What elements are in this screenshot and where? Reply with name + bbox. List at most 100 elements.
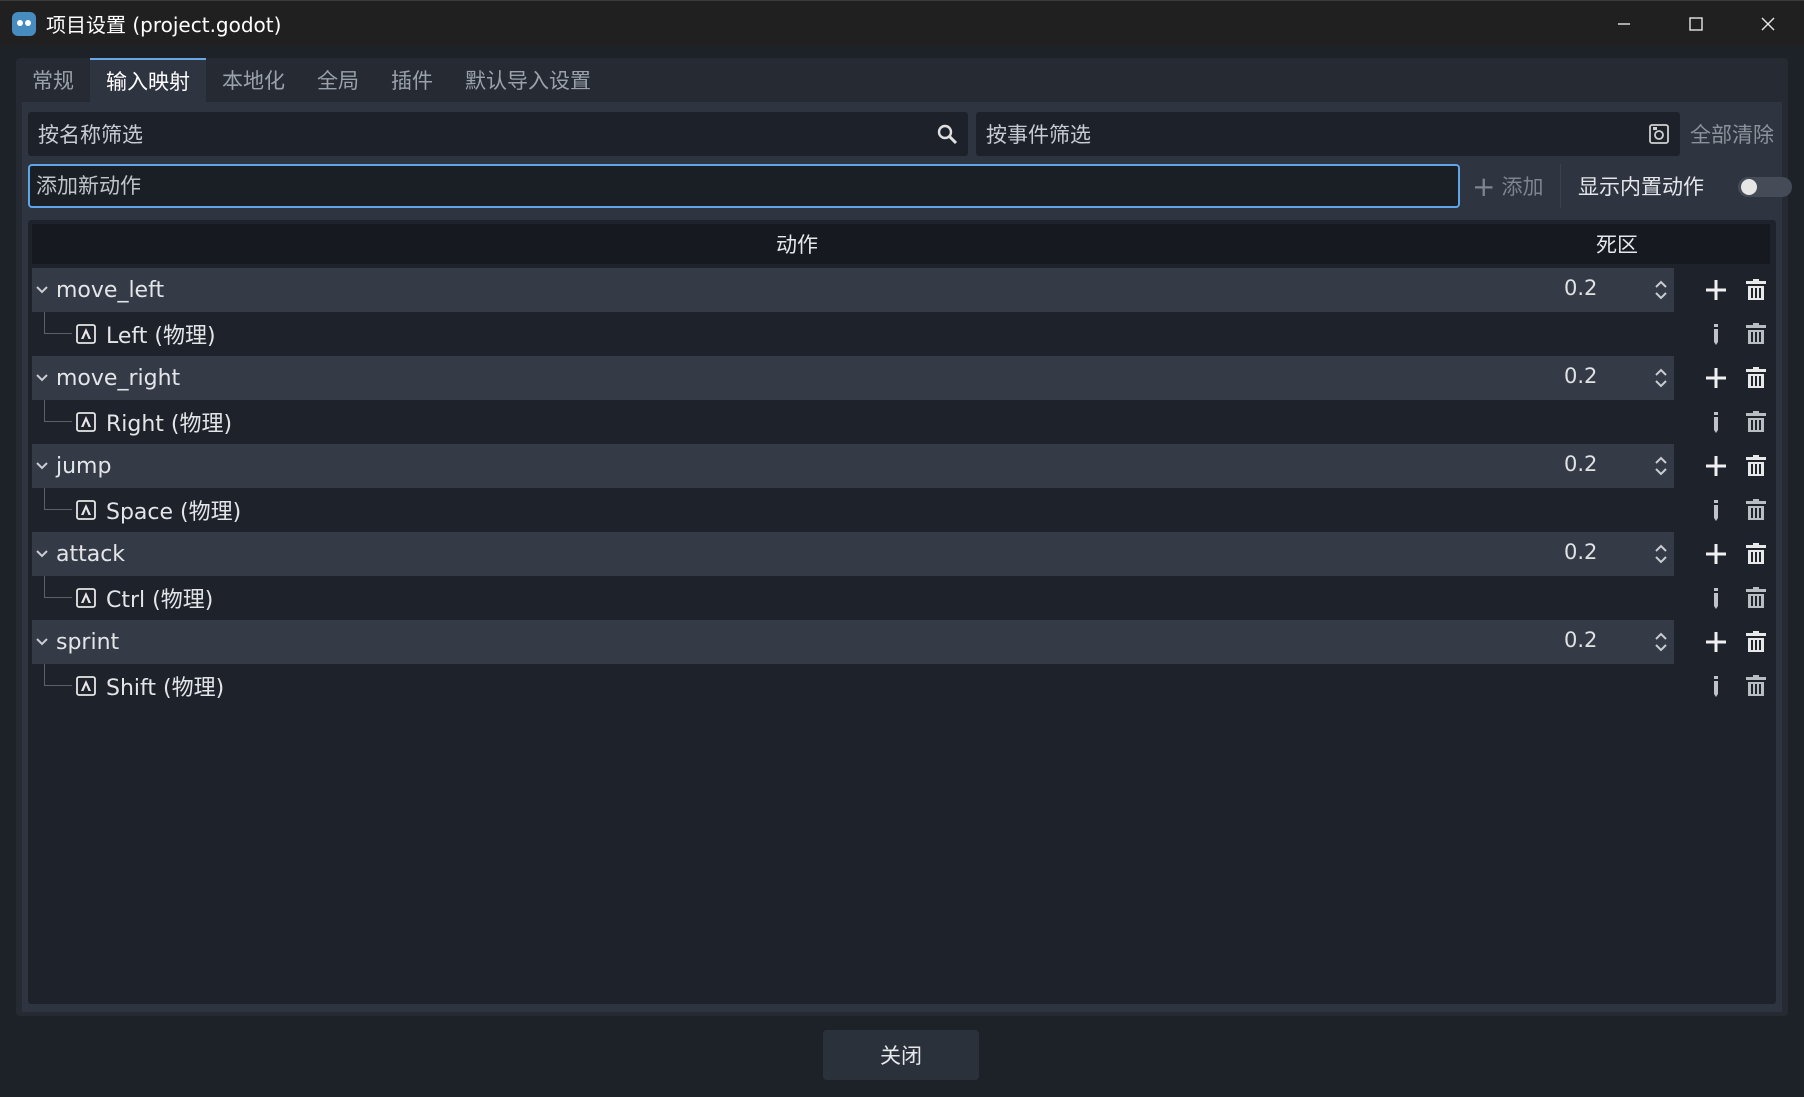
header-action: 动作: [776, 233, 818, 257]
trash-icon[interactable]: [1744, 454, 1768, 478]
event-name: Left (物理): [106, 324, 216, 349]
action-name: move_left: [56, 277, 165, 303]
trash-icon[interactable]: [1744, 322, 1768, 346]
project-settings-panel: 常规 输入映射 本地化 全局 插件 默认导入设置 按名称筛选 按事件筛选 全部清…: [16, 58, 1792, 1016]
minimize-button[interactable]: [1588, 1, 1660, 47]
deadzone-value[interactable]: 0.2: [1564, 268, 1597, 308]
action-name: sprint: [56, 629, 120, 655]
event-row-move-right[interactable]: Right (物理): [32, 400, 1770, 444]
keyboard-key-icon: [76, 324, 96, 344]
search-icon: [937, 124, 958, 145]
plus-icon[interactable]: [1704, 278, 1728, 302]
keyboard-key-icon: [76, 676, 96, 696]
event-row-attack[interactable]: Ctrl (物理): [32, 576, 1770, 620]
action-row-move-left[interactable]: move_left 0.2: [32, 268, 1770, 312]
add-action-button[interactable]: + 添加: [1472, 164, 1543, 208]
tab-import-defaults[interactable]: 默认导入设置: [449, 58, 607, 102]
edit-icon[interactable]: [1704, 322, 1728, 346]
tab-globals[interactable]: 全局: [301, 58, 375, 102]
trash-icon[interactable]: [1744, 542, 1768, 566]
new-action-field[interactable]: [28, 164, 1460, 208]
tree-connector: [44, 664, 72, 686]
trash-icon[interactable]: [1744, 278, 1768, 302]
spinbox-arrows-icon[interactable]: [1654, 366, 1668, 390]
maximize-icon: [1689, 17, 1703, 31]
edit-icon[interactable]: [1704, 498, 1728, 522]
filter-by-event-input[interactable]: 按事件筛选: [976, 112, 1680, 156]
plus-icon[interactable]: [1704, 630, 1728, 654]
filter-by-name-input[interactable]: 按名称筛选: [28, 112, 968, 156]
spinbox-arrows-icon[interactable]: [1654, 454, 1668, 478]
close-icon: [1761, 17, 1775, 31]
edit-icon[interactable]: [1704, 674, 1728, 698]
action-row-sprint[interactable]: sprint 0.2: [32, 620, 1770, 664]
plus-icon[interactable]: [1704, 366, 1728, 390]
action-row-move-right[interactable]: move_right 0.2: [32, 356, 1770, 400]
event-row-move-left[interactable]: Left (物理): [32, 312, 1770, 356]
spinbox-arrows-icon[interactable]: [1654, 630, 1668, 654]
keyboard-key-icon: [76, 588, 96, 608]
action-row-attack[interactable]: attack 0.2: [32, 532, 1770, 576]
chevron-down-icon[interactable]: [34, 546, 50, 562]
maximize-button[interactable]: [1660, 1, 1732, 47]
tree-connector: [44, 312, 72, 334]
action-row-background: [32, 356, 1674, 400]
action-row-background: [32, 532, 1674, 576]
godot-icon: [12, 11, 36, 36]
action-row-background: [32, 620, 1674, 664]
close-window-button[interactable]: [1732, 1, 1804, 47]
header-deadzone: 死区: [1596, 233, 1638, 257]
event-name: Ctrl (物理): [106, 588, 214, 613]
spinbox-arrows-icon[interactable]: [1654, 278, 1668, 302]
minimize-icon: [1618, 23, 1630, 25]
tab-input-map[interactable]: 输入映射: [90, 58, 206, 102]
show-builtin-label: 显示内置动作: [1578, 175, 1704, 199]
event-name: Shift (物理): [106, 676, 225, 701]
spinbox-arrows-icon[interactable]: [1654, 542, 1668, 566]
event-name: Space (物理): [106, 500, 242, 525]
keyboard-filter-icon[interactable]: [1648, 123, 1670, 145]
plus-icon[interactable]: [1704, 542, 1728, 566]
plus-icon[interactable]: [1704, 454, 1728, 478]
tab-general[interactable]: 常规: [16, 58, 90, 102]
trash-icon[interactable]: [1744, 586, 1768, 610]
event-row-sprint[interactable]: Shift (物理): [32, 664, 1770, 708]
tree-connector: [44, 488, 72, 510]
chevron-down-icon[interactable]: [34, 282, 50, 298]
tab-plugins[interactable]: 插件: [375, 58, 449, 102]
deadzone-value[interactable]: 0.2: [1564, 532, 1597, 572]
keyboard-key-icon: [76, 500, 96, 520]
close-button[interactable]: 关闭: [823, 1030, 979, 1080]
trash-icon[interactable]: [1744, 630, 1768, 654]
deadzone-value[interactable]: 0.2: [1564, 620, 1597, 660]
trash-icon[interactable]: [1744, 410, 1768, 434]
tree-connector: [44, 400, 72, 422]
input-map-content: 按名称筛选 按事件筛选 全部清除 + 添加 显示内置动作: [22, 102, 1792, 1012]
action-name: move_right: [56, 365, 181, 391]
trash-icon[interactable]: [1744, 366, 1768, 390]
edit-icon[interactable]: [1704, 410, 1728, 434]
chevron-down-icon[interactable]: [34, 458, 50, 474]
new-action-input[interactable]: [30, 174, 1458, 198]
chevron-down-icon[interactable]: [34, 370, 50, 386]
action-row-background: [32, 268, 1674, 312]
settings-tabs: 常规 输入映射 本地化 全局 插件 默认导入设置: [16, 58, 607, 102]
action-tree: 动作 死区 move_left 0.2 Left (物理) move_right…: [28, 220, 1776, 1004]
event-row-jump[interactable]: Space (物理): [32, 488, 1770, 532]
action-row-jump[interactable]: jump 0.2: [32, 444, 1770, 488]
action-row-background: [32, 444, 1674, 488]
tree-connector: [44, 576, 72, 598]
tab-localization[interactable]: 本地化: [206, 58, 301, 102]
deadzone-value[interactable]: 0.2: [1564, 444, 1597, 484]
event-name: Right (物理): [106, 412, 233, 437]
window-title: 项目设置 (project.godot): [46, 13, 282, 37]
show-builtin-toggle[interactable]: [1738, 177, 1792, 197]
clear-all-button[interactable]: 全部清除: [1690, 112, 1774, 156]
chevron-down-icon[interactable]: [34, 634, 50, 650]
deadzone-value[interactable]: 0.2: [1564, 356, 1597, 396]
filter-by-name-placeholder: 按名称筛选: [38, 123, 143, 147]
action-name: jump: [56, 453, 112, 479]
trash-icon[interactable]: [1744, 674, 1768, 698]
trash-icon[interactable]: [1744, 498, 1768, 522]
edit-icon[interactable]: [1704, 586, 1728, 610]
